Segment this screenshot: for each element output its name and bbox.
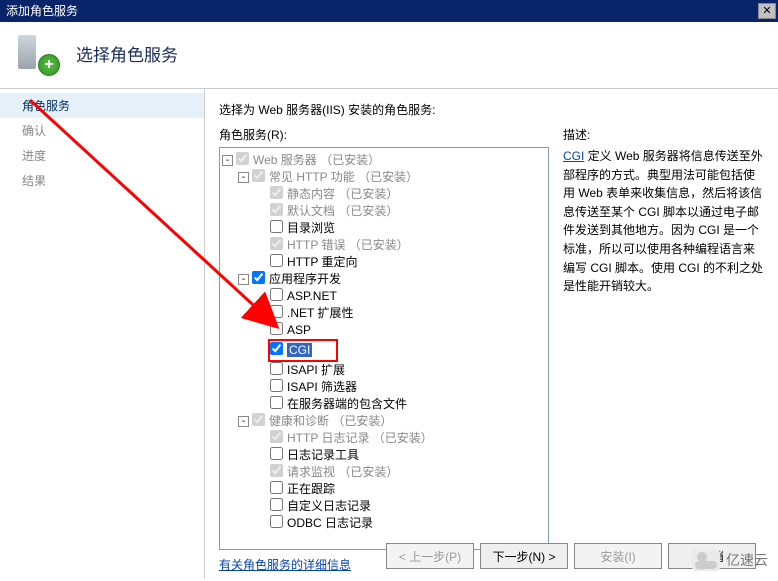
node-app-dev[interactable]: -应用程序开发: [222, 271, 546, 288]
checkbox: [236, 152, 249, 165]
checkbox[interactable]: [270, 220, 283, 233]
checkbox: [252, 169, 265, 182]
next-button[interactable]: 下一步(N) >: [480, 543, 568, 569]
close-icon[interactable]: ✕: [758, 3, 776, 19]
checkbox[interactable]: [270, 498, 283, 511]
node-aspnet[interactable]: ASP.NET: [222, 288, 546, 305]
checkbox: [252, 413, 265, 426]
node-ssi[interactable]: 在服务器端的包含文件: [222, 396, 546, 413]
node-odbc-log[interactable]: ODBC 日志记录: [222, 515, 546, 532]
checkbox[interactable]: [270, 254, 283, 267]
wizard-header: + 选择角色服务: [0, 22, 778, 89]
tree-label: 角色服务(R):: [219, 126, 549, 143]
node-cgi[interactable]: CGI: [222, 339, 546, 362]
node-isapi-filter[interactable]: ISAPI 筛选器: [222, 379, 546, 396]
node-web-server[interactable]: -Web 服务器 （已安装）: [222, 152, 546, 169]
collapse-icon[interactable]: -: [238, 274, 249, 285]
title-bar: 添加角色服务 ✕: [0, 0, 778, 22]
watermark: 亿速云: [692, 549, 768, 571]
node-custom-log[interactable]: 自定义日志记录: [222, 498, 546, 515]
role-services-tree[interactable]: -Web 服务器 （已安装） -常见 HTTP 功能 （已安装） 静态内容 （已…: [219, 147, 549, 550]
node-asp[interactable]: ASP: [222, 322, 546, 339]
node-tracing[interactable]: 正在跟踪: [222, 481, 546, 498]
collapse-icon[interactable]: -: [238, 172, 249, 183]
node-http-redirect[interactable]: HTTP 重定向: [222, 254, 546, 271]
checkbox[interactable]: [270, 447, 283, 460]
wizard-steps: 角色服务 确认 进度 结果: [0, 89, 205, 579]
checkbox: [270, 203, 283, 216]
node-req-monitor[interactable]: 请求监视 （已安装）: [222, 464, 546, 481]
checkbox[interactable]: [270, 362, 283, 375]
collapse-icon[interactable]: -: [238, 416, 249, 427]
node-http-log[interactable]: HTTP 日志记录 （已安装）: [222, 430, 546, 447]
node-http[interactable]: -常见 HTTP 功能 （已安装）: [222, 169, 546, 186]
checkbox[interactable]: [270, 481, 283, 494]
checkbox[interactable]: [270, 322, 283, 335]
node-net-ext[interactable]: .NET 扩展性: [222, 305, 546, 322]
description-panel: 描述: CGI 定义 Web 服务器将信息传送至外部程序的方式。典型用法可能包括…: [563, 126, 766, 573]
collapse-icon[interactable]: -: [222, 155, 233, 166]
checkbox[interactable]: [270, 379, 283, 392]
step-role-services[interactable]: 角色服务: [0, 93, 204, 118]
node-health[interactable]: -健康和诊断 （已安装）: [222, 413, 546, 430]
description-body: 定义 Web 服务器将信息传送至外部程序的方式。典型用法可能包括使用 Web 表…: [563, 149, 763, 293]
checkbox[interactable]: [270, 515, 283, 528]
node-dir-browse[interactable]: 目录浏览: [222, 220, 546, 237]
step-results[interactable]: 结果: [0, 168, 204, 193]
prev-button: < 上一步(P): [386, 543, 474, 569]
instruction-text: 选择为 Web 服务器(IIS) 安装的角色服务:: [219, 101, 766, 118]
node-static-content[interactable]: 静态内容 （已安装）: [222, 186, 546, 203]
checkbox[interactable]: [270, 396, 283, 409]
checkbox[interactable]: [270, 305, 283, 318]
node-http-errors[interactable]: HTTP 错误 （已安装）: [222, 237, 546, 254]
step-progress[interactable]: 进度: [0, 143, 204, 168]
node-log-tools[interactable]: 日志记录工具: [222, 447, 546, 464]
checkbox[interactable]: [270, 342, 283, 355]
node-isapi-ext[interactable]: ISAPI 扩展: [222, 362, 546, 379]
window-title: 添加角色服务: [6, 0, 78, 22]
desc-link-cgi[interactable]: CGI: [563, 149, 584, 163]
description-title: 描述:: [563, 126, 766, 143]
checkbox[interactable]: [252, 271, 265, 284]
checkbox: [270, 430, 283, 443]
step-confirm[interactable]: 确认: [0, 118, 204, 143]
checkbox: [270, 464, 283, 477]
checkbox: [270, 186, 283, 199]
install-button: 安装(I): [574, 543, 662, 569]
node-default-doc[interactable]: 默认文档 （已安装）: [222, 203, 546, 220]
server-plus-icon: +: [16, 32, 58, 74]
checkbox[interactable]: [270, 288, 283, 301]
page-title: 选择角色服务: [76, 41, 178, 66]
watermark-icon: [692, 549, 720, 571]
checkbox: [270, 237, 283, 250]
